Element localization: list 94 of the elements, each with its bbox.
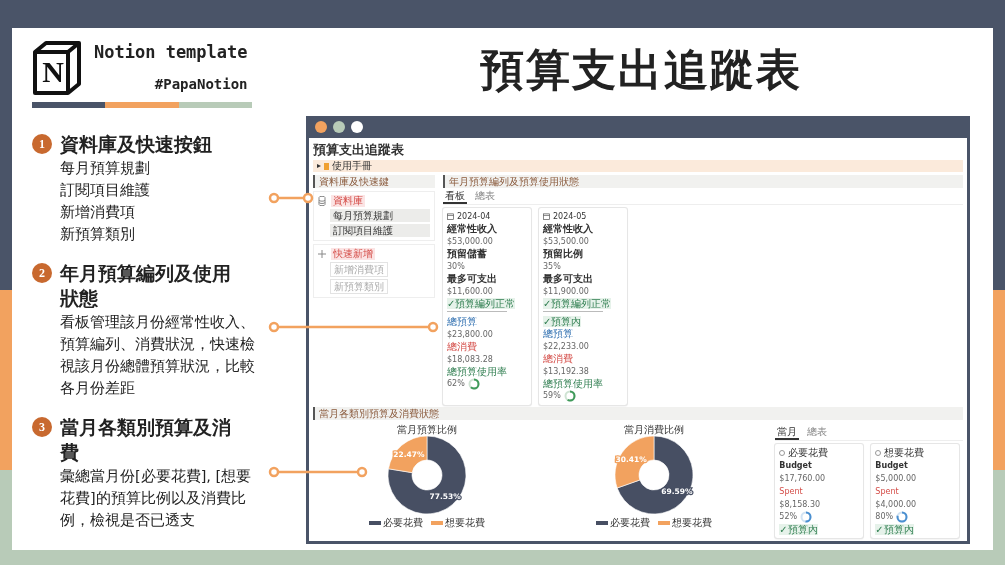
view-tab[interactable]: 當月	[775, 425, 800, 440]
database-icon	[318, 196, 326, 206]
notion-logo: N	[32, 40, 82, 96]
field-label: 總消費	[447, 341, 477, 352]
field-label: 總預算使用率	[447, 366, 507, 377]
window-dot[interactable]	[333, 121, 345, 133]
field-value: $53,500.00	[543, 237, 589, 246]
field-value: $23,800.00	[447, 330, 493, 339]
usage-percent: 80%	[875, 511, 894, 522]
field-value: $22,233.00	[543, 342, 589, 351]
field-value: 30%	[447, 262, 465, 271]
field-value: $13,192.38	[543, 367, 589, 376]
chart-title: 當月消費比例	[623, 424, 684, 435]
slide-title: 預算支出追蹤表	[478, 43, 803, 97]
field-value: 35%	[543, 262, 561, 271]
page-title: 預算支出追蹤表	[313, 141, 405, 158]
window-dot[interactable]	[315, 121, 327, 133]
field-value: $11,900.00	[543, 287, 589, 296]
field-label: 預留比例	[543, 248, 583, 259]
toggle-block[interactable]: 使用手冊	[313, 160, 963, 172]
feature-item: 新增消費項	[60, 203, 135, 222]
plus-icon	[318, 250, 326, 258]
status-tag: ✓預算內	[543, 316, 582, 327]
tag: 資料庫	[331, 195, 365, 207]
status-tag: ✓預算編列正常	[543, 298, 612, 309]
field-label: Spent	[875, 487, 899, 496]
view-tab[interactable]: 看板	[443, 189, 467, 204]
card-title: 想要花費	[884, 447, 925, 458]
card-title: 必要花費	[788, 447, 829, 458]
card-title: 2024-05	[553, 211, 587, 222]
hashtag: #PapaNotion	[154, 76, 248, 92]
feature-description: 看板管理該月份經常性收入、預算編列、消費狀況，快速檢視該月份總體預算狀況，比較各月份差距	[60, 313, 256, 398]
status-tag: ✓預算編列正常	[447, 298, 516, 309]
field-label: 總消費	[543, 353, 573, 364]
tag: 快速新增	[331, 248, 375, 260]
legend-item: 想要花費	[657, 517, 712, 528]
legend-item: 想要花費	[430, 517, 485, 528]
status-tag: ✓預算內	[779, 524, 818, 535]
field-label: 總預算	[543, 328, 573, 339]
field-label: 經常性收入	[447, 223, 497, 234]
field-label: Spent	[779, 487, 803, 496]
window-dot[interactable]	[351, 121, 363, 133]
progress-ring-icon	[800, 510, 813, 523]
section-header: 當月各類別預算及消費狀態	[313, 407, 963, 420]
board-card[interactable]: 必要花費 Budget $17,760.00 Spent $8,158.30 52% ✓預算內	[775, 444, 864, 538]
usage-percent: 59%	[543, 390, 561, 401]
number-badge: 1	[32, 134, 52, 154]
chart-title: 當月預算比例	[396, 424, 457, 435]
field-value: $4,000.00	[875, 500, 917, 509]
calendar-icon	[447, 213, 454, 220]
field-label: Budget	[875, 461, 908, 470]
field-value: $8,158.30	[779, 500, 821, 509]
status-tag: ✓預算內	[875, 524, 914, 535]
field-value: $17,760.00	[779, 474, 826, 483]
field-label: 預留儲蓄	[447, 248, 487, 259]
field-label: Budget	[779, 461, 812, 470]
field-label: 最多可支出	[543, 273, 593, 284]
calendar-icon	[543, 213, 550, 220]
usage-percent: 52%	[779, 511, 798, 522]
progress-ring-icon	[563, 389, 576, 402]
database-link[interactable]: 訂閱項目維護	[330, 224, 430, 237]
feature-heading: 年月預算編列及使用狀態	[60, 261, 232, 311]
feature-heading: 資料庫及快速按鈕	[60, 132, 213, 157]
field-label: 總預算使用率	[543, 378, 603, 389]
field-value: $5,000.00	[875, 474, 917, 483]
number-badge: 2	[32, 263, 52, 283]
board-card[interactable]: 2024-05 經常性收入 $53,500.00 預留比例 35% 最多可支出 $11,900.00 ✓預算編列正常 ✓預算內 總預算 $22,233.00 總消費 $13,192.38 總預算使用率 59%	[539, 208, 627, 405]
section-header: 資料庫及快速鍵	[313, 175, 435, 188]
page-icon	[324, 162, 329, 170]
card-title: 2024-04	[457, 211, 491, 222]
feature-heading: 當月各類別預算及消費	[60, 415, 232, 465]
field-label: 總預算	[447, 316, 477, 327]
section-header: 年月預算編列及預算使用狀態	[443, 175, 963, 188]
field-value: $11,600.00	[447, 287, 493, 296]
database-link[interactable]: 每月預算規劃	[330, 209, 430, 222]
feature-item: 訂閱項目維護	[60, 181, 150, 200]
progress-ring-icon	[896, 510, 909, 523]
field-value: $18,083.28	[447, 355, 493, 364]
view-tab[interactable]: 總表	[805, 425, 830, 440]
view-tab[interactable]: 總表	[473, 189, 497, 204]
usage-percent: 62%	[447, 378, 465, 389]
brand-name: Notion template	[94, 42, 248, 62]
progress-ring-icon	[467, 377, 480, 390]
legend-item: 必要花費	[595, 517, 650, 528]
field-value: $53,000.00	[447, 237, 493, 246]
field-label: 最多可支出	[447, 273, 497, 284]
board-card[interactable]: 想要花費 Budget $5,000.00 Spent $4,000.00 80% ✓預算內	[871, 444, 960, 538]
feature-description: 彙總當月份[必要花費], [想要花費]的預算比例以及消費比例，檢視是否已透支	[60, 467, 253, 530]
feature-item: 每月預算規劃	[60, 159, 150, 178]
feature-item: 新預算類別	[60, 225, 135, 244]
legend-item: 必要花費	[368, 517, 423, 528]
board-card[interactable]: 2024-04 經常性收入 $53,000.00 預留儲蓄 30% 最多可支出 $11,600.00 ✓預算編列正常 總預算 $23,800.00 總消費 $18,083.28 總預算使用率 62%	[443, 208, 531, 405]
number-badge: 3	[32, 417, 52, 437]
field-label: 經常性收入	[543, 223, 593, 234]
